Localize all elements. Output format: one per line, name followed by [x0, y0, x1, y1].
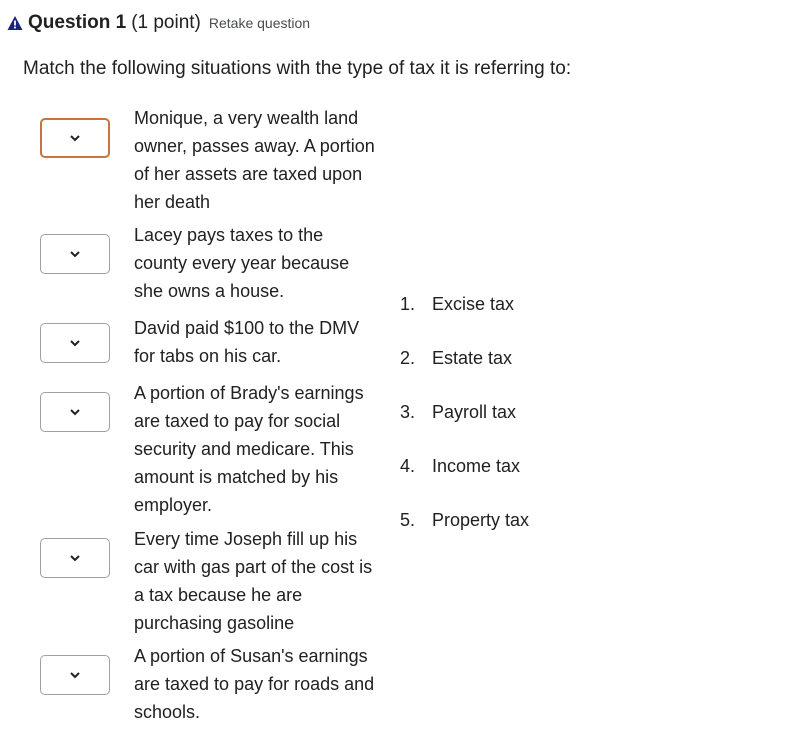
chevron-down-icon	[70, 555, 80, 562]
match-select[interactable]	[40, 118, 110, 158]
choice-label: Property tax	[432, 510, 530, 530]
question-title: Question 1	[28, 12, 127, 33]
situation-text: Lacey pays taxes to the county every yea…	[134, 225, 350, 301]
situation-text: Every time Joseph fill up his car with g…	[134, 529, 373, 633]
choice-number: 1.	[400, 294, 416, 314]
match-select[interactable]	[40, 234, 110, 274]
choice-item: 4. Income tax	[400, 456, 520, 477]
match-select[interactable]	[40, 323, 110, 363]
chevron-down-icon	[70, 409, 80, 416]
match-select[interactable]	[40, 392, 110, 432]
choice-item: 2. Estate tax	[400, 348, 512, 369]
chevron-down-icon	[70, 135, 80, 142]
situation-text: David paid $100 to the DMV for tabs on h…	[134, 318, 360, 366]
choice-number: 3.	[400, 402, 416, 422]
choice-number: 5.	[400, 510, 416, 530]
choice-item: 5. Property tax	[400, 510, 529, 531]
situation-text: A portion of Susan's earnings are taxed …	[134, 646, 375, 722]
retake-question-link[interactable]: Retake question	[209, 15, 310, 31]
situation-text: Monique, a very wealth land owner, passe…	[134, 108, 375, 212]
chevron-down-icon	[70, 340, 80, 347]
chevron-down-icon	[70, 251, 80, 258]
choice-item: 1. Excise tax	[400, 294, 514, 315]
choice-label: Excise tax	[432, 294, 515, 314]
situation-text: A portion of Brady's earnings are taxed …	[134, 383, 364, 515]
choice-number: 2.	[400, 348, 416, 368]
question-points: (1 point)	[131, 12, 201, 33]
choice-label: Payroll tax	[432, 402, 517, 422]
choice-label: Estate tax	[432, 348, 513, 368]
question-prompt: Match the following situations with the …	[23, 58, 572, 79]
choice-number: 4.	[400, 456, 416, 476]
match-select[interactable]	[40, 655, 110, 695]
match-select[interactable]	[40, 538, 110, 578]
chevron-down-icon	[70, 672, 80, 679]
choice-item: 3. Payroll tax	[400, 402, 516, 423]
warning-icon	[7, 16, 23, 30]
question-header: Question 1 (1 point) Retake question	[7, 9, 310, 37]
choice-label: Income tax	[432, 456, 521, 476]
